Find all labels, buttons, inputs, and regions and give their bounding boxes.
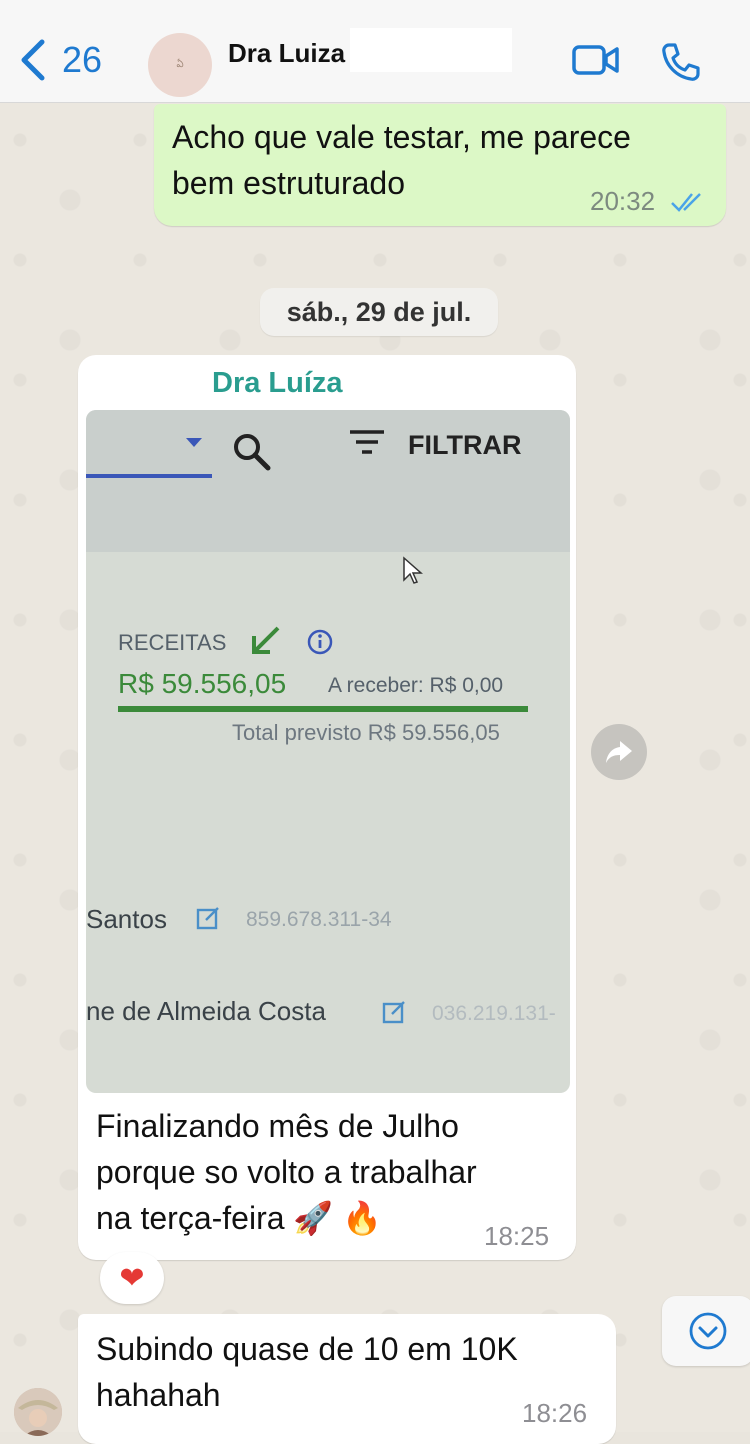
message-text: hahahah (96, 1377, 221, 1413)
dropdown-arrow-icon (186, 438, 202, 447)
receitas-label: RECEITAS (118, 630, 227, 655)
photo-tab-underline (86, 474, 212, 478)
chevron-down-circle-icon (689, 1312, 727, 1350)
search-icon (234, 434, 271, 471)
message-text: Subindo quase de 10 em 10K (96, 1331, 518, 1367)
unread-count: 26 (62, 39, 103, 80)
external-link-icon (196, 907, 219, 930)
read-receipt-icon (671, 193, 701, 212)
video-call-icon (572, 45, 619, 75)
receitas-progress-bar (118, 706, 528, 712)
message-time: 18:25 (484, 1221, 550, 1251)
outgoing-message[interactable]: Acho que vale testar, me parece bem estr… (154, 104, 726, 226)
back-button[interactable]: 26 (18, 38, 102, 82)
client-row-name: ne de Almeida Costa (86, 996, 326, 1026)
external-link-icon (382, 1001, 405, 1024)
caption-text: Finalizando mês de Julho (96, 1108, 459, 1144)
message-time: 20:32 (590, 186, 656, 216)
client-row-name: Santos (86, 904, 167, 934)
person-avatar-icon (14, 1388, 62, 1436)
chat-header: 26 ఏ Dra Luiza (0, 0, 750, 103)
date-separator: sáb., 29 de jul. (260, 288, 498, 336)
forward-icon (606, 741, 632, 763)
sender-avatar[interactable] (14, 1388, 62, 1436)
message-text: Acho que vale testar, me parece (172, 119, 631, 155)
heart-reaction-icon: ❤ (119, 1261, 145, 1295)
client-row-document: 036.219.131- (432, 1002, 556, 1025)
scroll-to-bottom-button[interactable] (662, 1296, 750, 1366)
filter-icon (350, 430, 384, 454)
redaction-box (350, 28, 512, 72)
client-row-document: 859.678.311-34 (246, 908, 392, 931)
a-receber-value: A receber: R$ 0,00 (328, 674, 504, 697)
message-text: bem estruturado (172, 165, 406, 201)
receitas-value: R$ 59.556,05 (118, 668, 287, 699)
arrow-down-left-icon (252, 626, 280, 654)
chevron-left-icon (21, 39, 45, 81)
video-call-button[interactable] (572, 42, 620, 78)
caption-text: na terça-feira 🚀 🔥 (96, 1200, 382, 1236)
contact-avatar[interactable]: ఏ (148, 33, 212, 97)
attached-photo[interactable]: FILTRAR RECEITAS R$ 59.556,05 A receber:… (86, 410, 570, 1093)
forward-button[interactable] (591, 724, 647, 780)
message-reaction[interactable]: ❤ (100, 1252, 164, 1304)
incoming-message[interactable]: Subindo quase de 10 em 10K hahahah 18:26 (78, 1314, 616, 1444)
caption-text: porque so volto a trabalhar (96, 1154, 477, 1190)
total-previsto: Total previsto R$ 59.556,05 (232, 720, 500, 745)
phone-icon (662, 43, 700, 81)
contact-name[interactable]: Dra Luiza (228, 38, 345, 69)
sender-name: Dra Luíza (212, 367, 343, 399)
info-icon (307, 629, 333, 655)
cursor-icon (403, 556, 423, 584)
filter-label: FILTRAR (408, 430, 522, 460)
voice-call-button[interactable] (660, 42, 700, 82)
message-time: 18:26 (522, 1398, 588, 1428)
